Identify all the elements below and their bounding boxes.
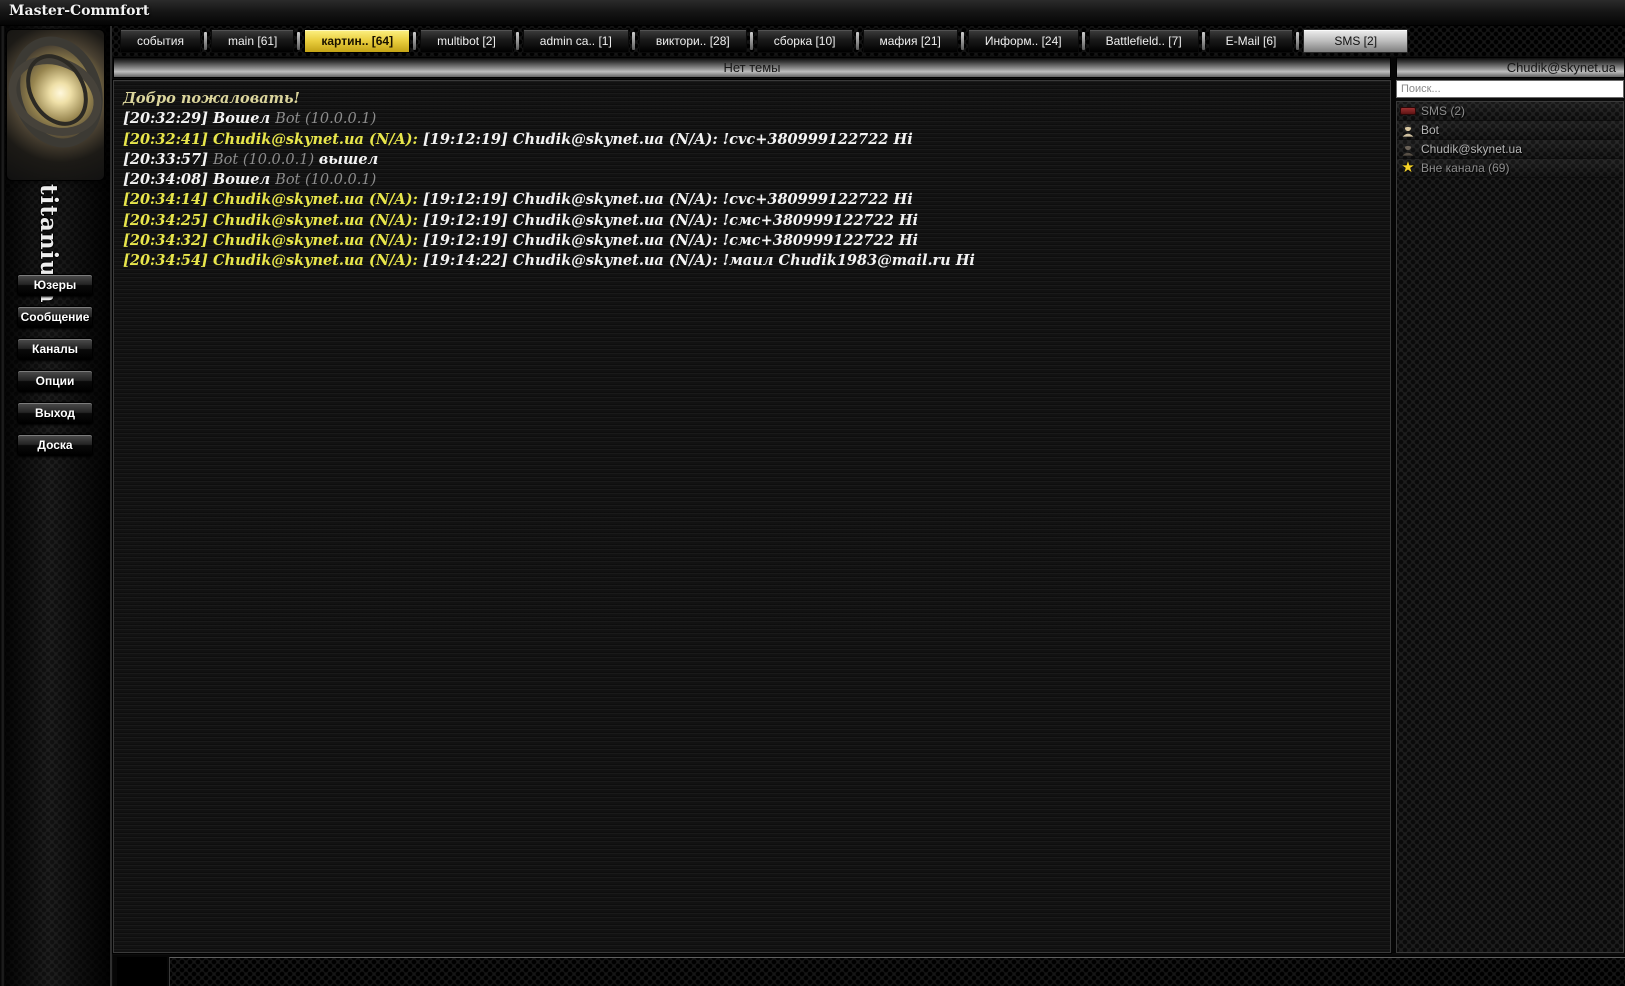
message-segment: [20:34:14] Chudik@skynet.ua (N/A):: [123, 191, 423, 208]
message-segment: [20:33:57]: [123, 151, 213, 168]
tab-8[interactable]: Информ.. [24]: [968, 29, 1079, 53]
chat-message: Добро пожаловать!: [123, 89, 1381, 109]
message-segment: [20:34:32] Chudik@skynet.ua (N/A):: [123, 232, 423, 249]
topic-bar: Нет темы: [113, 57, 1391, 78]
input-corner-button[interactable]: [117, 957, 167, 986]
tab-3[interactable]: multibot [2]: [420, 29, 513, 53]
message-segment: вышел: [319, 151, 378, 168]
tab-5[interactable]: виктори.. [28]: [639, 29, 747, 53]
left-edge-trim: [0, 26, 5, 986]
chat-message: [20:34:25] Chudik@skynet.ua (N/A): [19:1…: [123, 211, 1381, 231]
input-row: [113, 955, 1625, 986]
tab-0[interactable]: события: [120, 29, 201, 53]
sidebar-button-2[interactable]: Каналы: [17, 338, 93, 360]
bot-avatar-icon: [1400, 123, 1416, 137]
tab-7[interactable]: мафия [21]: [863, 29, 958, 53]
chat-message: [20:32:29] Вошел Bot (10.0.0.1): [123, 109, 1381, 129]
sidebar-button-3[interactable]: Опции: [17, 370, 93, 392]
message-segment: [19:12:19] Chudik@skynet.ua (N/A): !cvc+…: [423, 131, 913, 148]
chat-message: [20:34:54] Chudik@skynet.ua (N/A): [19:1…: [123, 251, 1381, 271]
user-list-label: Bot: [1421, 123, 1439, 137]
left-sidebar: titanium ЮзерыСообщениеКаналыОпцииВыходД…: [0, 26, 112, 986]
user-list-item[interactable]: Chudik@skynet.ua: [1397, 140, 1623, 159]
user-avatar-icon: [1400, 142, 1416, 156]
message-segment: Bot (10.0.0.1): [213, 152, 319, 168]
chat-message: [20:34:14] Chudik@skynet.ua (N/A): [19:1…: [123, 190, 1381, 210]
message-segment: Bot (10.0.0.1): [275, 111, 376, 127]
sidebar-button-5[interactable]: Доска: [17, 434, 93, 456]
window-title: Master-Commfort: [9, 3, 149, 19]
tab-10[interactable]: E-Mail [6]: [1209, 29, 1294, 53]
app-window: Master-Commfort titanium ЮзерыСообщениеК…: [0, 0, 1625, 986]
tab-6[interactable]: сборка [10]: [757, 29, 853, 53]
chat-message: [20:33:57] Bot (10.0.0.1) вышел: [123, 150, 1381, 170]
tab-1[interactable]: main [61]: [211, 29, 294, 53]
user-list-item[interactable]: SMS (2): [1397, 102, 1623, 121]
message-segment: [20:34:25] Chudik@skynet.ua (N/A):: [123, 212, 423, 229]
message-segment: [20:32:41] Chudik@skynet.ua (N/A):: [123, 131, 423, 148]
title-bar: Master-Commfort: [0, 0, 1625, 26]
chat-message: [20:34:32] Chudik@skynet.ua (N/A): [19:1…: [123, 231, 1381, 251]
sms-icon: [1400, 104, 1416, 118]
message-segment: Добро пожаловать!: [123, 90, 300, 107]
star-icon: ★: [1400, 161, 1416, 175]
tab-9[interactable]: Battlefield.. [7]: [1089, 29, 1199, 53]
tab-4[interactable]: admin ca.. [1]: [523, 29, 629, 53]
chat-message: [20:32:41] Chudik@skynet.ua (N/A): [19:1…: [123, 130, 1381, 150]
chat-message-area[interactable]: Добро пожаловать! [20:32:29] Вошел Bot (1…: [113, 80, 1391, 953]
user-list-label: SMS (2): [1421, 104, 1465, 118]
sidebar-menu: Юзеры Сообщение Каналы Опции Выход Доска: [0, 274, 110, 466]
user-list-item[interactable]: ★ Вне канала (69): [1397, 159, 1623, 178]
sidebar-button-4[interactable]: Выход: [17, 402, 93, 424]
message-segment: [19:14:22] Chudik@skynet.ua (N/A): !маил…: [423, 252, 975, 269]
sidebar-button-1[interactable]: Сообщение: [17, 306, 93, 328]
message-segment: [20:34:54] Chudik@skynet.ua (N/A):: [123, 252, 423, 269]
user-list-label: Chudik@skynet.ua: [1421, 142, 1522, 156]
user-list: SMS (2) Bot Chudik@skynet.ua ★ Вне канала (6…: [1396, 101, 1624, 953]
sidebar-button-0[interactable]: Юзеры: [17, 274, 93, 296]
message-segment: [19:12:19] Chudik@skynet.ua (N/A): !смс+…: [423, 212, 918, 229]
channel-tab-bar: события main [61] картин.. [64] multibot [2…: [112, 26, 1625, 56]
message-segment: [19:12:19] Chudik@skynet.ua (N/A): !cvc+…: [423, 191, 913, 208]
message-segment: [19:12:19] Chudik@skynet.ua (N/A): !смс+…: [423, 232, 918, 249]
message-input-area[interactable]: [169, 957, 1625, 986]
message-segment: Bot (10.0.0.1): [275, 172, 376, 188]
chat-message: [20:34:08] Вошел Bot (10.0.0.1): [123, 170, 1381, 190]
message-segment: [20:32:29] Вошел: [123, 110, 275, 127]
user-list-label: Вне канала (69): [1421, 161, 1509, 175]
search-input[interactable]: [1396, 80, 1624, 98]
tab-2[interactable]: картин.. [64]: [304, 29, 410, 53]
user-list-item[interactable]: Bot: [1397, 121, 1623, 140]
tab-11[interactable]: SMS [2]: [1303, 29, 1408, 53]
current-user-header: Chudik@skynet.ua: [1396, 57, 1625, 78]
titanium-logo: [7, 30, 104, 180]
message-segment: [20:34:08] Вошел: [123, 171, 275, 188]
